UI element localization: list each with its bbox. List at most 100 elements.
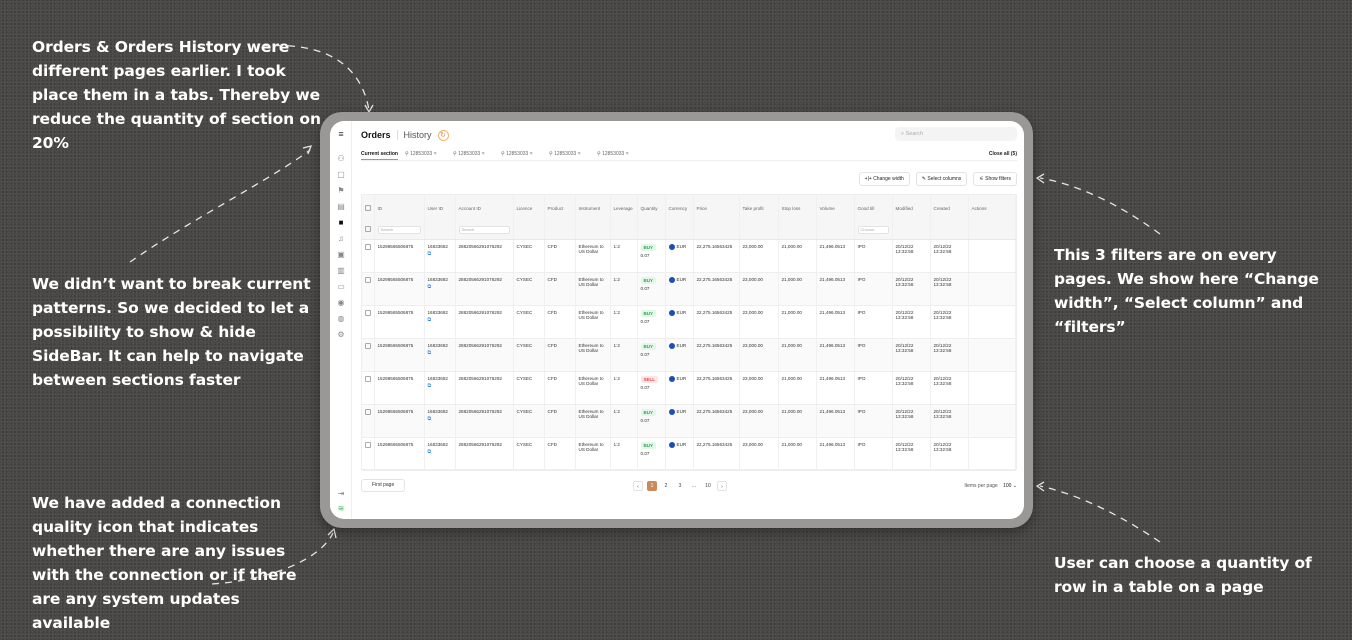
stop-loss: 21,000.00 xyxy=(778,371,817,405)
inbox-icon[interactable]: ▢ xyxy=(336,170,346,180)
column-header[interactable]: ID xyxy=(374,195,425,221)
external-link-icon[interactable]: ⧉ xyxy=(428,317,452,323)
table-row[interactable]: 15298565506875 16833682 ⧉ 288205662910762… xyxy=(362,437,1016,471)
instrument: Ethereum to US Dollar xyxy=(575,305,611,339)
users-icon[interactable]: ⚇ xyxy=(336,154,346,164)
section-tab[interactable]: ⚲ 12853033 × xyxy=(597,149,629,160)
external-link-icon[interactable]: ⧉ xyxy=(428,251,452,257)
table-row[interactable]: 15298565506875 16833682 ⧉ 288205662910762… xyxy=(362,239,1016,273)
column-header[interactable]: Quantity xyxy=(637,195,666,221)
row-checkbox[interactable] xyxy=(362,371,375,405)
bell-icon[interactable]: ♫ xyxy=(336,234,346,244)
order-id: 15298565506875 xyxy=(374,239,425,273)
report-icon[interactable]: ▥ xyxy=(336,266,346,276)
logout-icon[interactable]: ⇥ xyxy=(336,489,346,499)
chat-icon[interactable]: ◍ xyxy=(336,314,346,324)
close-all-button[interactable]: Close all (5) xyxy=(989,149,1017,159)
orders-icon[interactable]: ■ xyxy=(336,218,346,228)
select-all-checkbox[interactable] xyxy=(362,195,375,221)
column-header[interactable]: Product xyxy=(544,195,576,221)
page-button[interactable]: 2 xyxy=(661,481,671,491)
currency-cell: EUR xyxy=(665,404,694,438)
table-row[interactable]: 15298565506875 16833682 ⧉ 288205662910762… xyxy=(362,338,1016,372)
tab-orders[interactable]: Orders xyxy=(361,130,391,140)
main-content: Orders History ↻ ⌕ Search Current sectio… xyxy=(352,121,1024,519)
modified: 20/12/22 13:32:58 xyxy=(892,371,931,405)
column-header[interactable]: Licence xyxy=(513,195,545,221)
arrow-rows xyxy=(1039,485,1161,543)
column-header[interactable]: Instrument xyxy=(575,195,611,221)
show-filters-button[interactable]: ⚟ Show filters xyxy=(973,172,1017,186)
column-header[interactable]: Account ID xyxy=(455,195,514,221)
flag-icon[interactable]: ⚑ xyxy=(336,186,346,196)
page-button[interactable]: 10 xyxy=(703,481,713,491)
account-id: 28820566291076292 xyxy=(455,305,514,339)
user-id: 16833682 xyxy=(427,375,448,381)
volume: 21,496.0513 xyxy=(816,272,855,306)
first-page-button[interactable]: First page xyxy=(361,479,406,492)
modified: 20/12/22 13:32:58 xyxy=(892,305,931,339)
row-checkbox[interactable] xyxy=(362,239,375,273)
column-header[interactable]: Price xyxy=(693,195,740,221)
row-checkbox[interactable] xyxy=(362,305,375,339)
side-badge: BUY xyxy=(640,309,657,317)
good-till-filter-select[interactable]: Choose xyxy=(854,221,893,240)
search-input[interactable]: ⌕ Search xyxy=(895,127,1017,141)
next-page-icon[interactable]: › xyxy=(717,481,727,491)
table-row[interactable]: 15298565506875 16833682 ⧉ 288205662910762… xyxy=(362,404,1016,438)
column-header[interactable]: Take profit xyxy=(739,195,779,221)
table-row[interactable]: 15298565506875 16833682 ⧉ 288205662910762… xyxy=(362,371,1016,405)
account-filter-input[interactable]: Search xyxy=(455,221,514,240)
quantity: 0.07 xyxy=(640,351,650,357)
section-tab[interactable]: ⚲ 12853033 × xyxy=(453,149,485,160)
prev-page-icon[interactable]: ‹ xyxy=(633,481,643,491)
connection-quality-icon[interactable]: ≋ xyxy=(336,504,346,514)
table-row[interactable]: 15298565506875 16833682 ⧉ 288205662910762… xyxy=(362,272,1016,306)
column-header[interactable]: Good till xyxy=(854,195,893,221)
tab-current-section[interactable]: Current section xyxy=(361,149,398,160)
row-checkbox[interactable] xyxy=(362,404,375,438)
column-header[interactable]: Currency xyxy=(665,195,694,221)
table-row[interactable]: 15298565506875 16833682 ⧉ 288205662910762… xyxy=(362,305,1016,339)
row-checkbox[interactable] xyxy=(362,437,375,471)
section-tab[interactable]: ⚲ 12853033 × xyxy=(501,149,533,160)
change-width-button[interactable]: +|+ Change width xyxy=(858,172,910,186)
external-link-icon[interactable]: ⧉ xyxy=(428,350,452,356)
annotation-filters: This 3 filters are on every pages. We sh… xyxy=(1054,246,1319,336)
external-link-icon[interactable]: ⧉ xyxy=(428,383,452,389)
currency-cell: EUR xyxy=(665,338,694,372)
select-columns-button[interactable]: ✎ Select columns xyxy=(915,172,968,186)
page-button[interactable]: 1 xyxy=(647,481,657,491)
column-header[interactable]: Created xyxy=(930,195,969,221)
user-id: 16833682 xyxy=(427,342,448,348)
menu-toggle-icon[interactable]: ≡ xyxy=(336,129,346,139)
filter-checkbox[interactable] xyxy=(362,221,375,240)
side-badge: BUY xyxy=(640,441,657,449)
section-tab[interactable]: ⚲ 12853033 × xyxy=(405,149,437,160)
currency-cell: EUR xyxy=(665,272,694,306)
row-checkbox[interactable] xyxy=(362,272,375,306)
good-till: IPO xyxy=(854,437,893,471)
id-filter-input[interactable]: Search xyxy=(374,221,425,240)
external-link-icon[interactable]: ⧉ xyxy=(428,416,452,422)
external-link-icon[interactable]: ⧉ xyxy=(428,449,452,455)
external-link-icon[interactable]: ⧉ xyxy=(428,284,452,290)
section-tab[interactable]: ⚲ 12853033 × xyxy=(549,149,581,160)
volume: 21,496.0513 xyxy=(816,338,855,372)
column-header[interactable]: Leverage xyxy=(610,195,638,221)
account-id: 28820566291076292 xyxy=(455,437,514,471)
document-icon[interactable]: ▤ xyxy=(336,202,346,212)
column-header[interactable]: Stop loss xyxy=(778,195,817,221)
refresh-icon[interactable]: ↻ xyxy=(437,129,449,141)
column-header[interactable]: Modified xyxy=(892,195,931,221)
settings-icon[interactable]: ⚙ xyxy=(336,330,346,340)
column-header[interactable]: Volume xyxy=(816,195,855,221)
row-checkbox[interactable] xyxy=(362,338,375,372)
card-icon[interactable]: ▭ xyxy=(336,282,346,292)
tab-history[interactable]: History xyxy=(404,130,432,140)
page-button[interactable]: 3 xyxy=(675,481,685,491)
items-per-page-select[interactable]: 100 ⌄ xyxy=(1003,481,1017,491)
column-header[interactable]: User ID xyxy=(424,195,456,221)
location-icon[interactable]: ◉ xyxy=(336,298,346,308)
wallet-icon[interactable]: ▣ xyxy=(336,250,346,260)
